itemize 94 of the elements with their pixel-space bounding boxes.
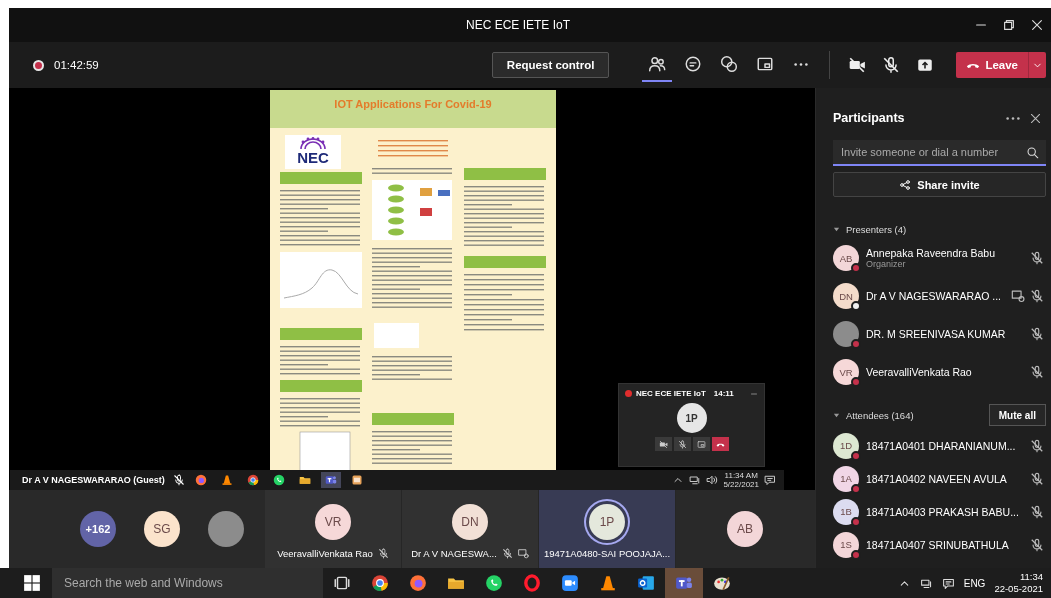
notification-icon [764, 474, 776, 486]
participant-name: 18471A0407 SRINUBATHULA [866, 538, 1009, 551]
caret-down-icon [833, 411, 840, 419]
participant-name: 18471A0402 NAVEEN AVULA [866, 472, 1007, 485]
search-icon [1026, 146, 1039, 159]
poster-title: IOT Applications For Covid-19 [334, 98, 492, 112]
close-icon [1028, 111, 1042, 125]
microphone-off-icon [172, 474, 185, 486]
request-control-button[interactable]: Request control [491, 52, 610, 78]
message-icon [941, 576, 955, 590]
share-screen-icon [916, 56, 935, 74]
section-toggle[interactable]: Presenters (4) [833, 222, 913, 236]
microphone-off-icon [882, 56, 901, 74]
chrome-icon [371, 574, 389, 592]
traffic-cone-icon [220, 474, 233, 486]
clock-time: 11:34 [1019, 571, 1043, 583]
arc-icon [298, 137, 328, 149]
palette-icon [713, 574, 731, 592]
chrome-icon [246, 474, 259, 486]
presenter-name: Dr A V NAGESWARARAO (Guest) [22, 475, 165, 485]
network-icon [689, 474, 702, 486]
meeting-timer: 01:42:59 [54, 59, 99, 71]
participant-name: 18471A0401 DHARANIANUM... [866, 439, 1016, 452]
restore-icon [1002, 18, 1016, 32]
avatar: 1S [833, 531, 859, 558]
mic-button[interactable] [673, 437, 691, 451]
window-icon [696, 439, 706, 449]
language-indicator: ENG [963, 577, 986, 589]
whatsapp-icon [272, 474, 285, 486]
more-icon [794, 62, 809, 66]
traffic-cone-icon [599, 574, 617, 592]
more-participants-button[interactable]: +162 [80, 511, 116, 547]
avatar: VR [315, 504, 351, 540]
avatar: AB [727, 511, 763, 547]
section-toggle[interactable]: Attendees (164) [833, 408, 920, 422]
call-timer: 14:11 [713, 389, 734, 398]
hang-up-button[interactable] [711, 437, 729, 451]
recording-dot [625, 390, 632, 397]
photo-avatar [208, 511, 244, 547]
clock-date: 22-05-2021 [994, 583, 1043, 595]
volume-icon [706, 474, 719, 486]
task-view-icon [333, 574, 351, 592]
participant-name: Dr A V NAGESWARARAO ... [866, 290, 1001, 302]
share-invite-button[interactable]: Share invite [833, 172, 1046, 197]
microphone-off-icon [677, 439, 687, 449]
invite-field[interactable]: Invite someone or dial a number [833, 140, 1046, 166]
participant-name: Dr A V NAGESWA... [411, 548, 497, 559]
avatar: DN [452, 504, 488, 540]
participant-name: 19471A0480-SAI POOJAJA... [543, 548, 671, 559]
camera-off-icon [658, 439, 668, 449]
avatar: AB [833, 245, 859, 271]
participant-role: Organizer [866, 259, 906, 269]
participant-name: VeeravalliVenkata Rao [866, 366, 972, 378]
panel-title: Participants [833, 111, 906, 125]
whatsapp-icon [485, 574, 503, 592]
camera-button[interactable] [654, 437, 672, 451]
avatar: 1B [833, 498, 859, 525]
firefox-icon [194, 474, 207, 486]
close-icon [1030, 18, 1044, 32]
participant-name: 18471A0403 PRAKASH BABU... [866, 505, 1019, 518]
teams-icon [675, 574, 693, 592]
taskbar-search-field[interactable]: Search the web and Windows [52, 568, 323, 598]
logo-text: NEC [297, 149, 329, 166]
reactions-icon [720, 55, 739, 73]
outlook-icon [637, 574, 655, 592]
mini-window-title: NEC ECE IETE IoT [636, 389, 706, 398]
avatar: 1A [833, 465, 859, 492]
avatar: 1D [833, 432, 859, 459]
folder-icon [298, 474, 311, 486]
avatar: VR [833, 359, 859, 385]
avatar: DN [833, 283, 859, 309]
clock-date: 5/22/2021 [723, 480, 759, 489]
chat-icon [684, 55, 703, 73]
avatar: SG [144, 511, 180, 547]
share-icon [899, 178, 912, 191]
opera-icon [523, 574, 541, 592]
taskbar-app-button[interactable] [320, 472, 341, 488]
app-icon [350, 474, 363, 486]
people-icon [648, 55, 667, 73]
caret-down-icon [833, 225, 840, 233]
participant-name: DR. M SREENIVASA KUMAR [866, 328, 1006, 340]
teams-icon [324, 474, 337, 486]
participant-name: VeeravalliVenkata Rao [277, 548, 373, 559]
participant-name: Annepaka Raveendra Babu [866, 247, 995, 259]
more-icon [1006, 116, 1020, 120]
window-title: NEC ECE IETE IoT [465, 18, 571, 32]
windows-logo-icon [23, 574, 41, 592]
avatar: 1P [676, 403, 707, 433]
window-icon [756, 55, 775, 73]
clock-time: 11:34 AM [724, 471, 758, 480]
mute-all-button[interactable]: Mute all [988, 404, 1046, 426]
camera-off-icon [848, 56, 867, 74]
firefox-icon [409, 574, 427, 592]
zoom-icon [561, 574, 579, 592]
